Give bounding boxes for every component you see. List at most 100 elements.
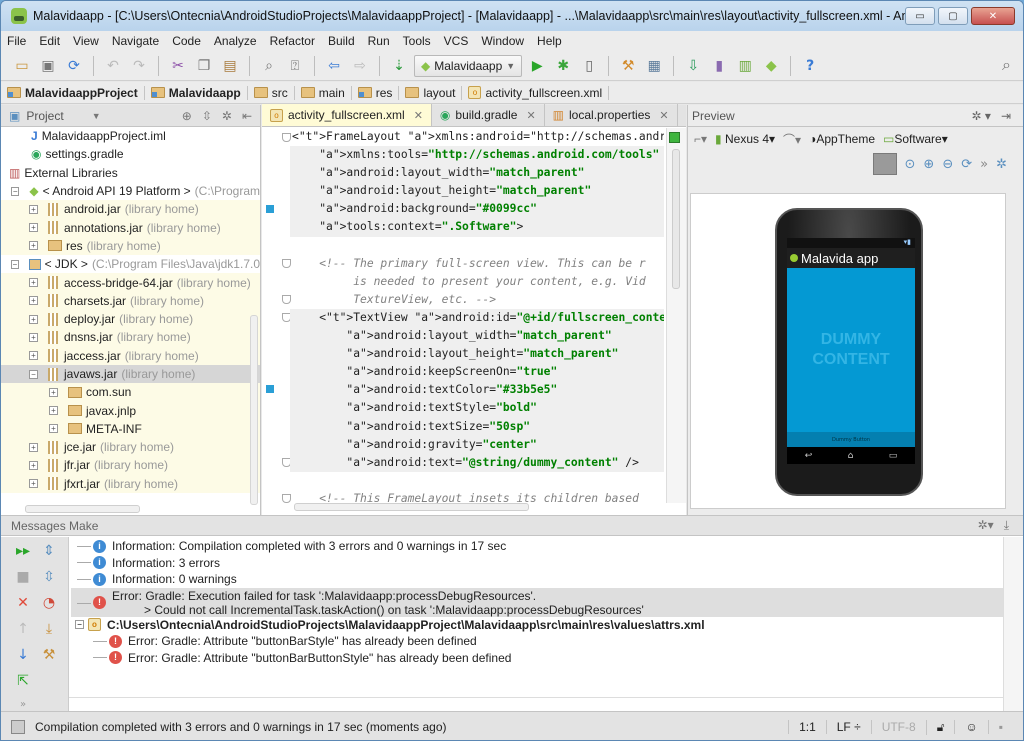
tree-item[interactable]: +jaccess.jar(library home) [1, 347, 260, 365]
menu-build[interactable]: Build [328, 34, 355, 48]
lock-icon[interactable]: 🔓︎ [926, 720, 955, 735]
code-line[interactable]: TextureView, etc. --> [290, 291, 664, 309]
export-icon[interactable]: ⤓ [41, 621, 57, 637]
message-row[interactable]: !Error: Gradle: Attribute "buttonBarStyl… [71, 633, 1003, 650]
menu-help[interactable]: Help [537, 34, 562, 48]
expand-icon[interactable]: + [29, 479, 38, 488]
find-icon[interactable]: ⌕ [258, 55, 280, 77]
sdk-manager-icon[interactable]: ▦ [643, 55, 665, 77]
message-file-row[interactable]: −oC:\Users\Ontecnia\AndroidStudioProject… [71, 617, 1003, 634]
code-line[interactable]: "a">android:layout_width="match_parent" [290, 327, 664, 345]
menu-code[interactable]: Code [172, 34, 201, 48]
theme-select[interactable]: ◑AppTheme [809, 132, 875, 146]
minimize-button[interactable]: ▭ [905, 7, 935, 25]
breadcrumb-item[interactable]: Malavidaapp [151, 86, 248, 100]
tree-item[interactable]: +charsets.jar(library home) [1, 292, 260, 310]
tree-item[interactable]: JMalavidaappProject.iml [1, 127, 260, 145]
menu-refactor[interactable]: Refactor [270, 34, 315, 48]
color-swatch-33b5e5-icon[interactable] [266, 385, 274, 393]
tree-item[interactable]: +access-bridge-64.jar(library home) [1, 273, 260, 291]
device-select[interactable]: ▮ Nexus 4▾ [715, 132, 775, 146]
paste-icon[interactable]: ▤ [219, 55, 241, 77]
hide-warnings-icon[interactable]: ◔ [41, 595, 57, 611]
breadcrumb-item[interactable]: layout [405, 86, 462, 100]
tree-item[interactable]: +jfxrt.jar(library home) [1, 475, 260, 493]
inspector-icon[interactable]: ☺ [954, 720, 987, 734]
attach-debugger-icon[interactable]: ▯ [578, 55, 600, 77]
expand-all-icon[interactable]: ⇕ [41, 543, 57, 559]
collapse-icon[interactable]: − [11, 187, 19, 196]
zoom-out-icon[interactable]: ⊖ [942, 157, 953, 172]
avd-manager-icon[interactable]: ⇩ [682, 55, 704, 77]
hide-panel-icon[interactable]: ⤓ [1004, 518, 1009, 533]
collapse-all-icon[interactable]: ⇳ [41, 569, 57, 585]
tree-item[interactable]: +annotations.jar(library home) [1, 218, 260, 236]
more-icon[interactable]: » [980, 157, 988, 172]
zoom-in-icon[interactable]: ⊕ [923, 157, 934, 172]
tree-item[interactable]: −< JDK >(C:\Program Files\Java\jdk1.7.0 [1, 255, 260, 273]
expand-icon[interactable]: + [29, 278, 38, 287]
rerun-icon[interactable]: ▸▸ [15, 543, 31, 559]
forward-icon[interactable]: ⇨ [349, 55, 371, 77]
code-line[interactable]: "a">android:text="@string/dummy_content"… [290, 454, 664, 472]
undo-icon[interactable]: ↶ [102, 55, 124, 77]
orientation-icon[interactable]: ⌒▾ [783, 131, 801, 148]
previous-message-icon[interactable]: ↑ [15, 621, 31, 637]
expand-icon[interactable]: + [29, 315, 38, 324]
caret-position[interactable]: 1:1 [788, 720, 826, 734]
vertical-scrollbar[interactable] [250, 315, 258, 505]
breadcrumb-item[interactable]: src [254, 86, 295, 100]
menu-run[interactable]: Run [368, 34, 390, 48]
gear-icon[interactable]: ✲▾ [978, 518, 994, 533]
horizontal-scrollbar[interactable] [69, 697, 1003, 711]
menu-navigate[interactable]: Navigate [112, 34, 159, 48]
tree-item-selected[interactable]: −javaws.jar(library home) [1, 365, 260, 383]
close-tab-icon[interactable]: ✕ [526, 109, 535, 122]
code-line[interactable]: "a">android:layout_width="match_parent" [290, 164, 664, 182]
zoom-actual-icon[interactable]: ⊙ [905, 157, 916, 172]
collapse-icon[interactable]: − [75, 620, 84, 629]
scroll-from-source-icon[interactable]: ⊕ [182, 109, 192, 123]
code-line[interactable]: <!-- The primary full-screen view. This … [290, 255, 664, 273]
collapse-icon[interactable]: − [29, 370, 38, 379]
code-line[interactable]: "a">tools:context=".Software"> [290, 218, 664, 236]
code-line[interactable]: "a">xmlns:tools="http://schemas.android.… [290, 146, 664, 164]
code-line[interactable]: <!-- This FrameLayout insets its childre… [290, 490, 664, 503]
code-line[interactable] [290, 237, 664, 255]
toggle-tool-windows-icon[interactable] [11, 720, 25, 734]
menu-vcs[interactable]: VCS [444, 34, 469, 48]
breadcrumb-item[interactable]: oactivity_fullscreen.xml [468, 86, 609, 100]
close-button[interactable]: ✕ [971, 7, 1015, 25]
tree-item[interactable]: +dnsns.jar(library home) [1, 328, 260, 346]
sdk-download-icon[interactable]: ▥ [734, 55, 756, 77]
code-line[interactable]: "a">android:textSize="50sp" [290, 418, 664, 436]
expand-icon[interactable]: + [29, 296, 38, 305]
code-line[interactable]: <"t">TextView "a">android:id="@+id/fulls… [290, 309, 664, 327]
open-source-icon[interactable]: ⇱ [15, 673, 31, 689]
zoom-to-fit-button[interactable] [873, 153, 897, 175]
vertical-scrollbar[interactable] [672, 149, 680, 289]
search-everywhere-icon[interactable]: ⌕ [1002, 55, 1011, 75]
close-tab-icon[interactable]: ✕ [414, 109, 423, 122]
tree-item[interactable]: +android.jar(library home) [1, 200, 260, 218]
tab-activity-fullscreen[interactable]: oactivity_fullscreen.xml✕ [262, 104, 432, 126]
code-line[interactable]: "a">android:layout_height="match_parent" [290, 345, 664, 363]
project-view-select[interactable]: Project [26, 109, 63, 123]
expand-icon[interactable]: + [29, 443, 38, 452]
debug-icon[interactable]: ✱ [552, 55, 574, 77]
vertical-scrollbar[interactable] [1003, 537, 1023, 712]
maximize-button[interactable]: ▢ [938, 7, 968, 25]
event-log-icon[interactable]: ▪ [988, 720, 1013, 734]
expand-icon[interactable]: + [29, 223, 38, 232]
expand-icon[interactable]: + [49, 424, 58, 433]
inspection-status-icon[interactable] [669, 132, 680, 143]
horizontal-scrollbar[interactable] [294, 503, 529, 511]
activity-select[interactable]: ▭Software▾ [883, 132, 948, 146]
next-message-icon[interactable]: ↓ [15, 647, 31, 663]
close-tab-icon[interactable]: ✕ [659, 109, 668, 122]
menu-edit[interactable]: Edit [39, 34, 60, 48]
message-row-error[interactable]: ! Error: Gradle: Execution failed for ta… [71, 588, 1003, 617]
gear-icon[interactable]: ✲ ▾ ⇥ [972, 109, 1024, 123]
tree-item[interactable]: +deploy.jar(library home) [1, 310, 260, 328]
message-row[interactable]: iInformation: Compilation completed with… [71, 538, 1003, 555]
